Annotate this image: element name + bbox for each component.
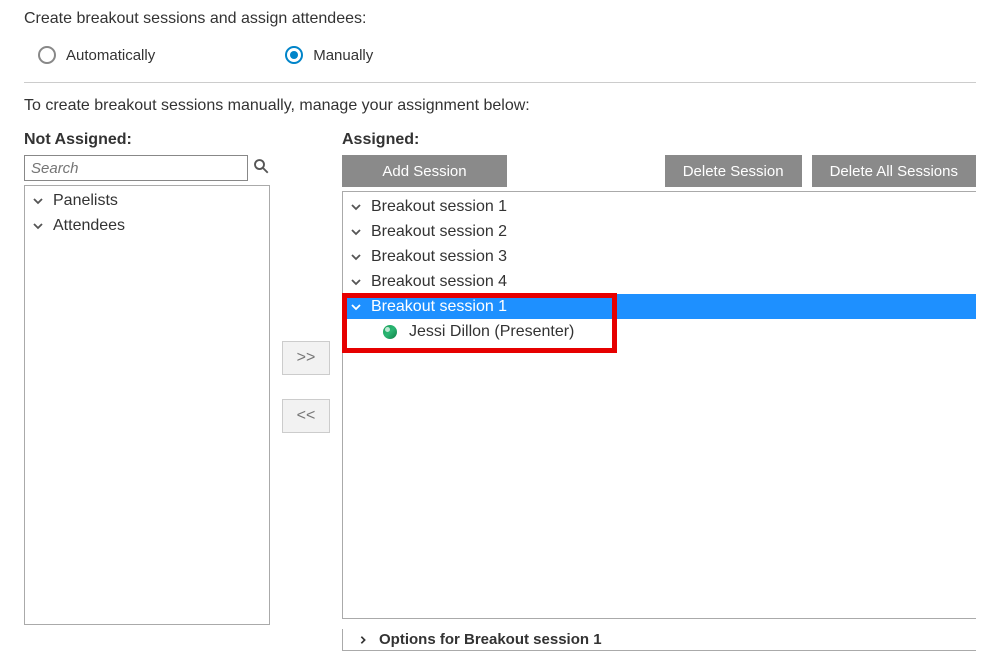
- assigned-heading: Assigned:: [342, 131, 976, 149]
- radio-circle-icon: [38, 46, 56, 64]
- session-label: Breakout session 3: [371, 248, 507, 266]
- not-assigned-tree[interactable]: Panelists Attendees: [24, 185, 270, 625]
- move-left-button[interactable]: <<: [282, 399, 330, 433]
- session-item[interactable]: Breakout session 3: [343, 244, 976, 269]
- radio-circle-icon: [285, 46, 303, 64]
- page-header: Create breakout sessions and assign atte…: [24, 10, 976, 28]
- tree-group-label: Panelists: [53, 192, 118, 210]
- delete-all-sessions-button[interactable]: Delete All Sessions: [812, 155, 976, 187]
- presence-icon: [383, 325, 397, 339]
- session-label: Breakout session 1: [371, 298, 507, 316]
- search-row: [24, 155, 270, 181]
- options-row[interactable]: Options for Breakout session 1: [342, 629, 976, 651]
- session-label: Breakout session 2: [371, 223, 507, 241]
- session-label: Breakout session 1: [371, 198, 507, 216]
- attendee-name: Jessi Dillon (Presenter): [409, 323, 574, 341]
- chevron-down-icon: [349, 301, 363, 313]
- chevron-down-icon: [349, 226, 363, 238]
- assigned-column: Assigned: Add Session Delete Session Del…: [342, 131, 976, 651]
- tree-group-label: Attendees: [53, 217, 125, 235]
- add-session-button[interactable]: Add Session: [342, 155, 507, 187]
- spacer: [517, 155, 655, 187]
- session-label: Breakout session 4: [371, 273, 507, 291]
- radio-automatically-label: Automatically: [66, 47, 155, 64]
- chevron-down-icon: [31, 195, 45, 207]
- radio-automatically[interactable]: Automatically: [38, 46, 155, 64]
- tree-group-panelists[interactable]: Panelists: [25, 188, 269, 213]
- radio-manually-label: Manually: [313, 47, 373, 64]
- delete-session-button[interactable]: Delete Session: [665, 155, 802, 187]
- assigned-tree[interactable]: Breakout session 1 Breakout session 2 Br…: [342, 191, 976, 619]
- session-item-selected[interactable]: Breakout session 1: [343, 294, 976, 319]
- session-item[interactable]: Breakout session 2: [343, 219, 976, 244]
- tree-group-attendees[interactable]: Attendees: [25, 213, 269, 238]
- chevron-down-icon: [349, 201, 363, 213]
- instruction-text: To create breakout sessions manually, ma…: [24, 97, 976, 115]
- chevron-right-icon: [357, 635, 369, 645]
- chevron-down-icon: [31, 220, 45, 232]
- session-item[interactable]: Breakout session 1: [343, 194, 976, 219]
- not-assigned-heading: Not Assigned:: [24, 131, 270, 149]
- radio-manually[interactable]: Manually: [285, 46, 373, 64]
- session-item[interactable]: Breakout session 4: [343, 269, 976, 294]
- move-right-button[interactable]: >>: [282, 341, 330, 375]
- chevron-down-icon: [349, 276, 363, 288]
- attendee-item[interactable]: Jessi Dillon (Presenter): [343, 319, 976, 344]
- options-label: Options for Breakout session 1: [379, 631, 602, 648]
- assignment-mode-radios: Automatically Manually: [24, 46, 976, 83]
- radio-dot-icon: [290, 51, 298, 59]
- move-buttons-column: >> <<: [270, 131, 342, 433]
- not-assigned-column: Not Assigned: Panelists Attendees: [24, 131, 270, 625]
- chevron-down-icon: [349, 251, 363, 263]
- assigned-buttons-row: Add Session Delete Session Delete All Se…: [342, 155, 976, 187]
- assignment-columns: Not Assigned: Panelists Attendees >>: [24, 131, 976, 651]
- search-icon[interactable]: [252, 157, 270, 179]
- search-input[interactable]: [24, 155, 248, 181]
